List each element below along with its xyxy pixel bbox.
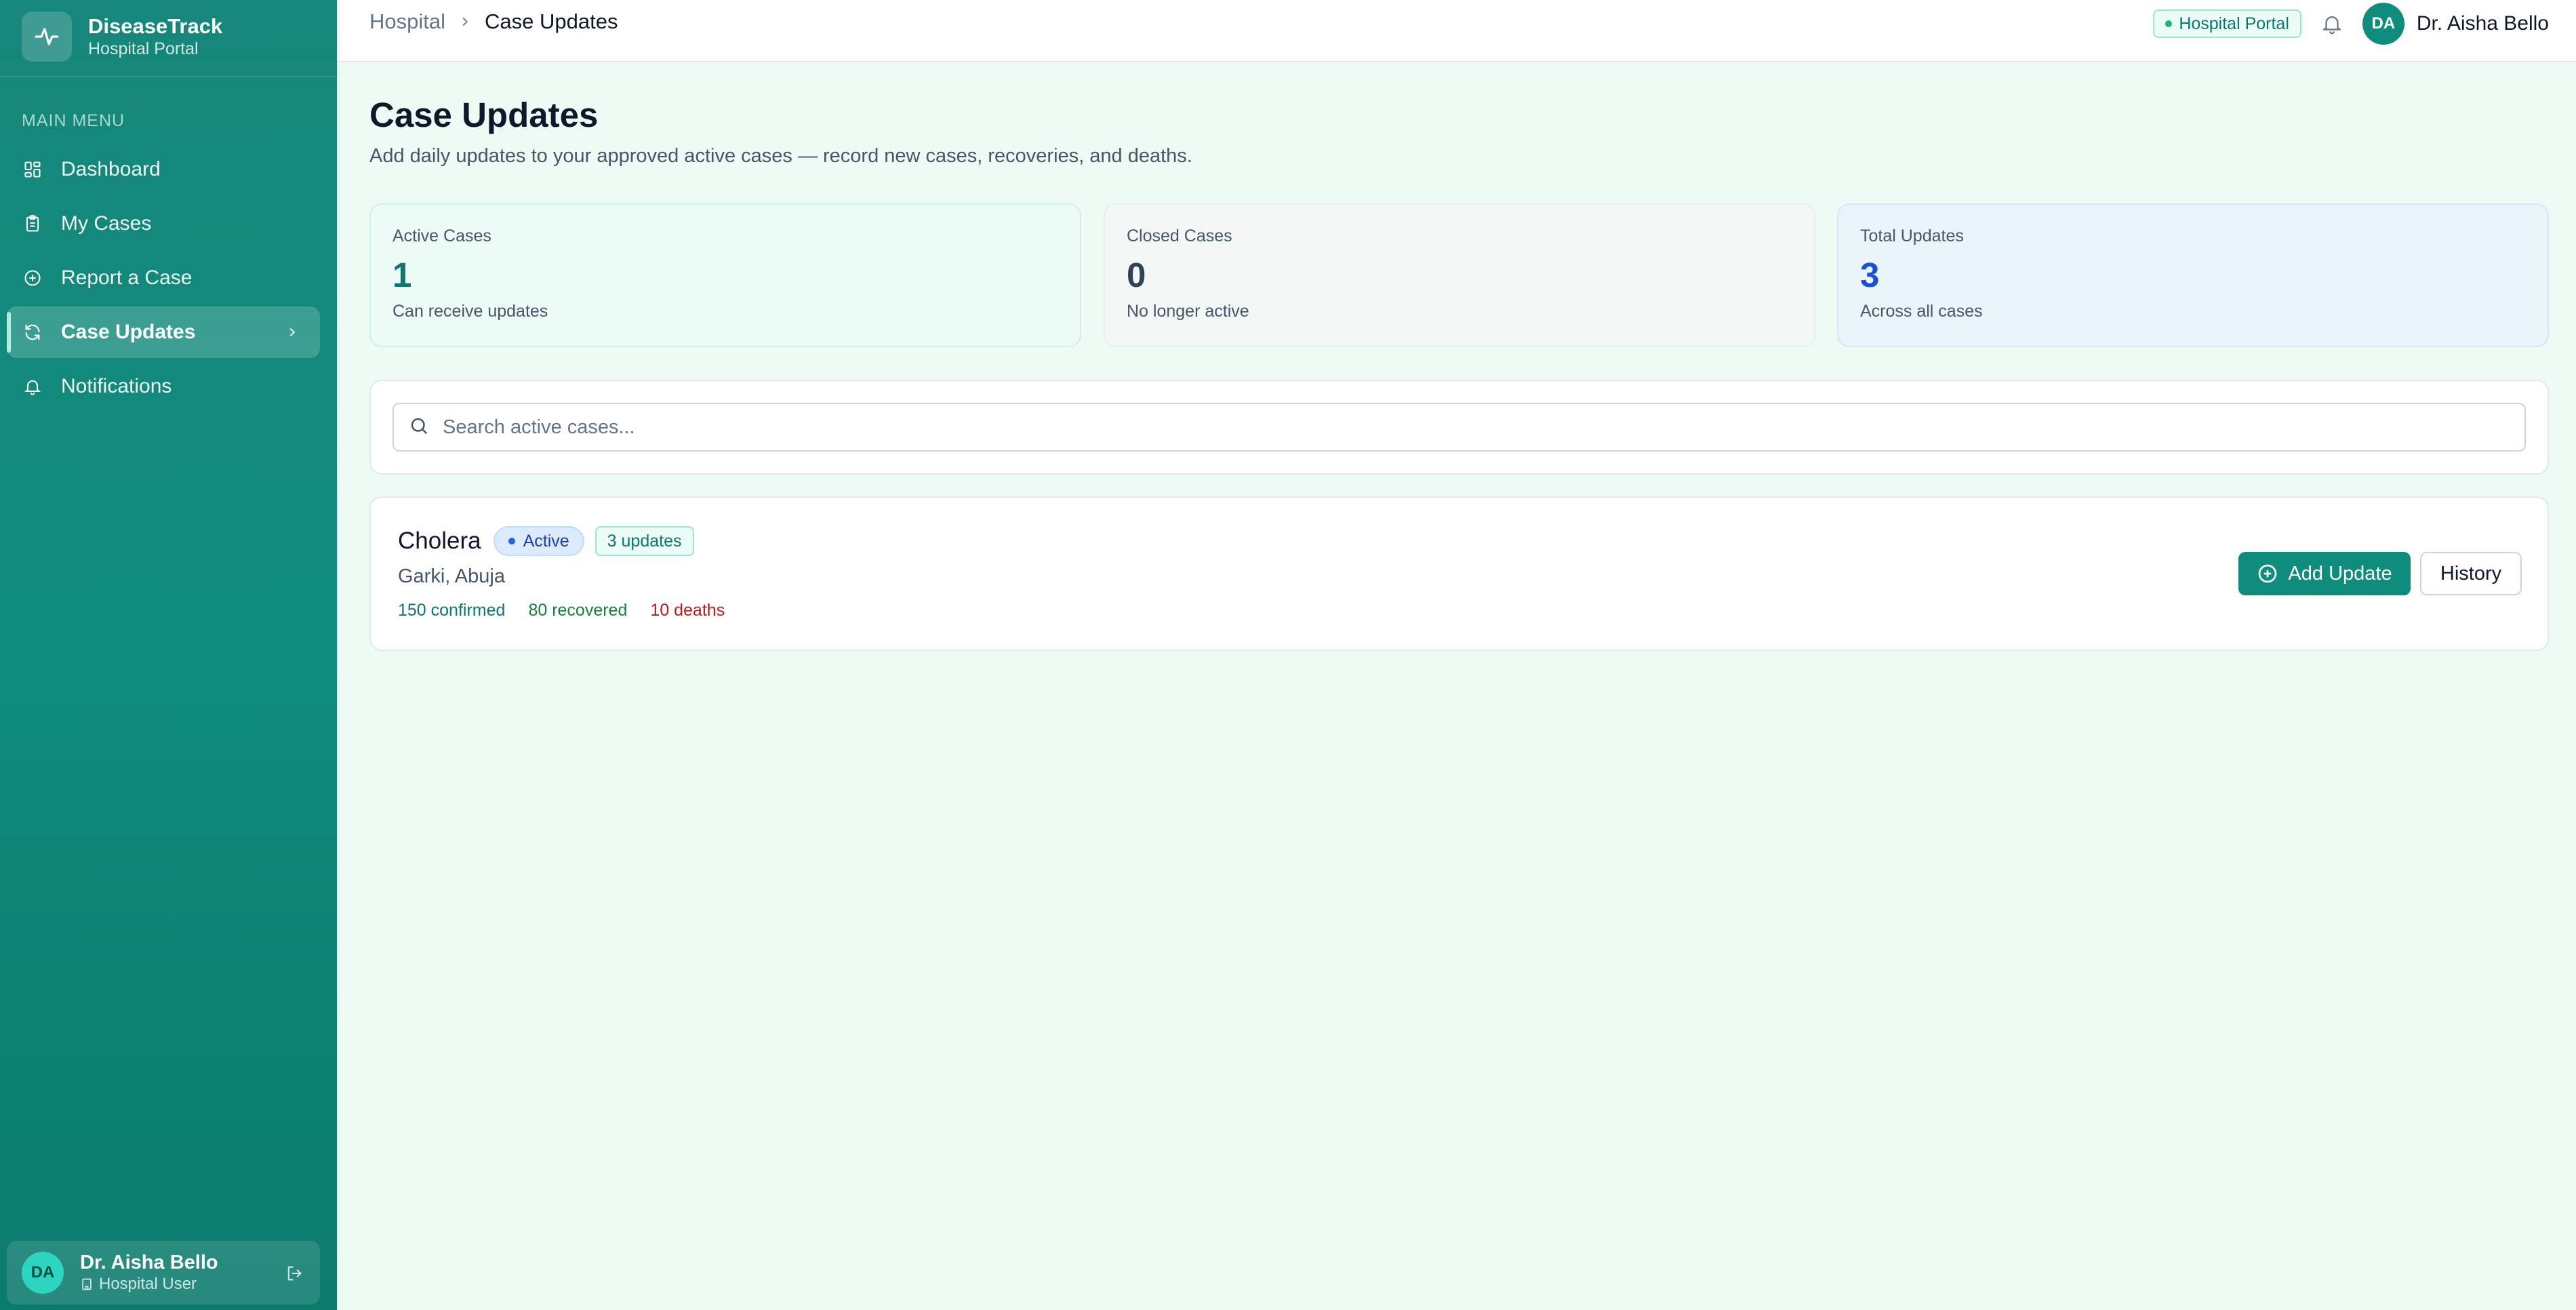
plus-circle-icon (22, 267, 43, 289)
brand-subtitle: Hospital Portal (88, 39, 199, 58)
sidebar-item-report-case[interactable]: Report a Case (7, 252, 320, 304)
chevron-right-icon (458, 14, 472, 29)
sidebar-item-case-updates[interactable]: Case Updates (7, 306, 320, 358)
chevron-right-icon (285, 323, 300, 347)
stat-label: Total Updates (1860, 226, 1964, 245)
status-dot (508, 538, 515, 544)
user-name: Dr. Aisha Bello (80, 1252, 218, 1273)
search-card (369, 380, 2549, 475)
avatar: DA (22, 1252, 64, 1294)
updates-count-badge: 3 updates (595, 526, 694, 556)
top-user-name[interactable]: Dr. Aisha Bello (2417, 12, 2549, 35)
bell-icon (22, 376, 43, 397)
sidebar-item-label: Case Updates (61, 321, 196, 343)
add-update-button[interactable]: Add Update (2238, 552, 2411, 595)
stat-card-closed: Closed Cases 0 No longer active (1104, 203, 1815, 347)
search-input[interactable] (443, 416, 2476, 439)
confirmed-count: 150 confirmed (398, 601, 506, 620)
status-badge: Active (493, 526, 584, 556)
sidebar-item-label: Dashboard (61, 158, 161, 180)
breadcrumb-current: Case Updates (485, 9, 618, 33)
avatar[interactable]: DA (2362, 3, 2404, 45)
stat-value: 1 (393, 256, 412, 294)
sidebar-item-label: Report a Case (61, 266, 193, 289)
logout-icon[interactable] (285, 1264, 304, 1286)
divider (0, 76, 337, 77)
search-icon (409, 416, 429, 439)
case-disease: Cholera (398, 528, 481, 554)
plus-circle-icon (2257, 563, 2278, 584)
brand-name: DiseaseTrack (88, 14, 223, 38)
case-stats: 150 confirmed 80 recovered 10 deaths (398, 601, 748, 620)
page-subtitle: Add daily updates to your approved activ… (369, 145, 1192, 167)
stat-note: Across all cases (1860, 302, 1983, 321)
case-location: Garki, Abuja (398, 565, 505, 587)
breadcrumb-hospital[interactable]: Hospital (369, 9, 445, 34)
sidebar-item-my-cases[interactable]: My Cases (7, 198, 320, 250)
deaths-count: 10 deaths (650, 601, 725, 620)
recovered-count: 80 recovered (528, 601, 628, 620)
page-title: Case Updates (369, 96, 599, 134)
refresh-icon (22, 321, 43, 343)
stat-note: Can receive updates (393, 302, 548, 321)
notifications-bell-icon[interactable] (2320, 12, 2343, 35)
sidebar: DiseaseTrack Hospital Portal MAIN MENU D… (0, 0, 337, 1310)
sidebar-item-label: My Cases (61, 212, 152, 235)
case-card: Cholera Active 3 updates Garki, Abuja 15… (369, 496, 2549, 651)
status-dot (2165, 20, 2173, 27)
building-icon (80, 1277, 94, 1291)
search-box (393, 403, 2526, 452)
sidebar-nav: Dashboard My Cases Report a Case Case Up… (7, 144, 320, 415)
stat-value: 0 (1127, 256, 1146, 294)
sidebar-item-notifications[interactable]: Notifications (7, 361, 320, 412)
stat-card-active: Active Cases 1 Can receive updates (369, 203, 1081, 347)
menu-label: MAIN MENU (22, 111, 125, 130)
stat-value: 3 (1860, 256, 1880, 294)
clipboard-icon (22, 213, 43, 235)
topbar: Hospital Case Updates Hospital Portal DA… (337, 0, 2576, 62)
stat-note: No longer active (1127, 302, 1249, 321)
grid-icon (22, 159, 43, 180)
stat-label: Closed Cases (1127, 226, 1232, 245)
brand[interactable]: DiseaseTrack Hospital Portal (22, 11, 222, 62)
sidebar-item-dashboard[interactable]: Dashboard (7, 144, 320, 195)
sidebar-item-label: Notifications (61, 375, 172, 397)
pulse-icon (22, 12, 72, 62)
breadcrumb: Hospital Case Updates (369, 9, 618, 34)
user-role: Hospital User (80, 1274, 218, 1294)
history-button[interactable]: History (2420, 552, 2522, 595)
stat-card-updates: Total Updates 3 Across all cases (1837, 203, 2549, 347)
sidebar-user-card: DA Dr. Aisha Bello Hospital User (7, 1241, 320, 1305)
portal-badge: Hospital Portal (2153, 9, 2301, 38)
stat-label: Active Cases (393, 226, 491, 245)
